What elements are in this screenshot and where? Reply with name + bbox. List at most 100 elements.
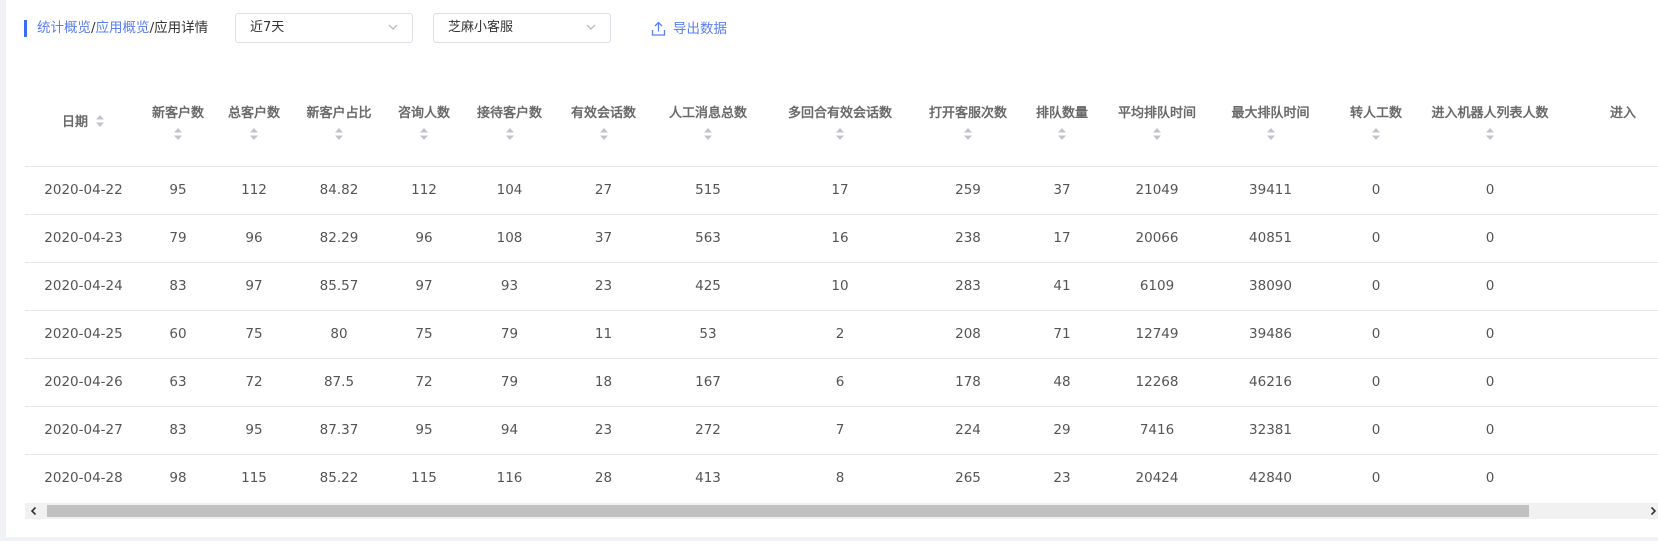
table-cell: 72 [214, 358, 294, 407]
app-detail-panel: 统计概览/应用概览/应用详情 近7天 芝麻小客服 导出数据 日期 新客户数 总客… [6, 0, 1658, 537]
sort-icon[interactable] [1057, 127, 1067, 141]
table-cell: 238 [916, 214, 1020, 263]
arrow-left-icon[interactable] [29, 506, 39, 516]
sort-icon[interactable] [1371, 127, 1381, 141]
table-cell: 0 [1421, 406, 1559, 455]
table-cell: 0 [1331, 310, 1421, 359]
table-cell: 115 [384, 454, 464, 502]
table-cell: 265 [916, 454, 1020, 502]
column-header-label: 总客户数 [227, 106, 280, 121]
column-header[interactable]: 人工消息总数 [652, 82, 764, 167]
table-cell: 98 [142, 454, 214, 502]
sort-icon[interactable] [835, 127, 845, 141]
table-row: 2020-04-22 95 112 84.82 112 104 27 515 17 259 37 21… [25, 166, 1658, 215]
table-cell: 17 [1020, 214, 1104, 263]
table-cell: 115 [214, 454, 294, 502]
column-header[interactable]: 总客户数 [214, 82, 294, 167]
table-cell: 167 [652, 358, 764, 407]
column-header-label: 打开客服次数 [928, 106, 1007, 121]
table-cell: 0 [1421, 358, 1559, 407]
column-header[interactable]: 进入机器人列表人数 [1421, 82, 1559, 167]
app-select[interactable]: 芝麻小客服 [433, 13, 611, 43]
column-header[interactable]: 接待客户数 [464, 82, 555, 167]
table-cell: 79 [464, 358, 555, 407]
column-header-label: 进入 [1609, 106, 1636, 121]
table-cell: 29 [1020, 406, 1104, 455]
sort-icon[interactable] [963, 127, 973, 141]
table-cell: 75 [384, 310, 464, 359]
table-cell: 40851 [1210, 214, 1331, 263]
table-cell: 112 [384, 166, 464, 215]
scrollbar-thumb[interactable] [47, 505, 1529, 517]
table-cell: 85.22 [294, 454, 384, 502]
chevron-down-icon [586, 24, 596, 30]
table-cell: 0 [1331, 166, 1421, 215]
breadcrumb-link-stats-overview[interactable]: 统计概览 [37, 20, 91, 36]
column-header[interactable]: 转人工数 [1331, 82, 1421, 167]
sort-icon[interactable] [703, 127, 713, 141]
column-header[interactable]: 平均排队时间 [1104, 82, 1210, 167]
sort-icon[interactable] [1485, 127, 1495, 141]
column-header[interactable]: 日期 [25, 82, 142, 167]
date-range-value: 近7天 [250, 20, 285, 35]
table-cell: 2020-04-25 [25, 310, 142, 359]
table-cell: 95 [384, 406, 464, 455]
export-data-button[interactable]: 导出数据 [651, 19, 727, 39]
table-cell: 272 [652, 406, 764, 455]
table-cell: 85.57 [294, 262, 384, 311]
table-cell: 0 [1331, 406, 1421, 455]
table-cell [1559, 310, 1658, 359]
column-header[interactable]: 有效会话数 [555, 82, 652, 167]
sort-icon[interactable] [334, 127, 344, 141]
table-cell [1559, 262, 1658, 311]
chevron-down-icon [388, 24, 398, 30]
sort-icon[interactable] [249, 127, 259, 141]
table-cell: 75 [214, 310, 294, 359]
column-header[interactable]: 打开客服次数 [916, 82, 1020, 167]
horizontal-scrollbar[interactable] [25, 503, 1658, 519]
table-cell: 563 [652, 214, 764, 263]
sort-icon[interactable] [173, 127, 183, 141]
table-cell: 20066 [1104, 214, 1210, 263]
table-cell: 16 [764, 214, 916, 263]
table-cell: 515 [652, 166, 764, 215]
column-header[interactable]: 新客户占比 [294, 82, 384, 167]
table-cell: 42840 [1210, 454, 1331, 502]
table-row: 2020-04-26 63 72 87.5 72 79 18 167 6 178 48 12268 46… [25, 358, 1658, 407]
stats-table: 日期 新客户数 总客户数 新客户占比 咨询人数 接待客户数 有效会话数 人工消息总数 多回合有效… [25, 82, 1658, 502]
table-cell [1559, 454, 1658, 502]
column-header[interactable]: 进入 [1559, 82, 1658, 167]
table-cell: 116 [464, 454, 555, 502]
column-header[interactable]: 排队数量 [1020, 82, 1104, 167]
table-cell: 0 [1421, 454, 1559, 502]
sort-icon[interactable] [419, 127, 429, 141]
column-header[interactable]: 最大排队时间 [1210, 82, 1331, 167]
column-header[interactable]: 新客户数 [142, 82, 214, 167]
sort-icon[interactable] [95, 114, 105, 128]
table-cell: 0 [1421, 214, 1559, 263]
date-range-select[interactable]: 近7天 [235, 13, 413, 43]
table-cell: 60 [142, 310, 214, 359]
table-cell: 97 [214, 262, 294, 311]
table-cell: 41 [1020, 262, 1104, 311]
sort-icon[interactable] [1266, 127, 1276, 141]
column-header-label: 新客户占比 [306, 106, 372, 121]
sort-icon[interactable] [505, 127, 515, 141]
table-cell: 83 [142, 262, 214, 311]
table-cell: 95 [214, 406, 294, 455]
sort-icon[interactable] [599, 127, 609, 141]
table-cell: 20424 [1104, 454, 1210, 502]
table-cell: 2 [764, 310, 916, 359]
column-header[interactable]: 咨询人数 [384, 82, 464, 167]
sort-icon[interactable] [1152, 127, 1162, 141]
table-row: 2020-04-25 60 75 80 75 79 11 53 2 208 71 12749 39486… [25, 310, 1658, 359]
table-cell: 39411 [1210, 166, 1331, 215]
breadcrumb-link-app-overview[interactable]: 应用概览 [96, 20, 150, 36]
arrow-right-icon[interactable] [1648, 506, 1658, 516]
table-row: 2020-04-24 83 97 85.57 97 93 23 425 10 283 41 6109 3… [25, 262, 1658, 311]
table-cell: 63 [142, 358, 214, 407]
breadcrumb-current: 应用详情 [154, 20, 209, 36]
table-cell: 425 [652, 262, 764, 311]
column-header[interactable]: 多回合有效会话数 [764, 82, 916, 167]
table-cell: 96 [214, 214, 294, 263]
